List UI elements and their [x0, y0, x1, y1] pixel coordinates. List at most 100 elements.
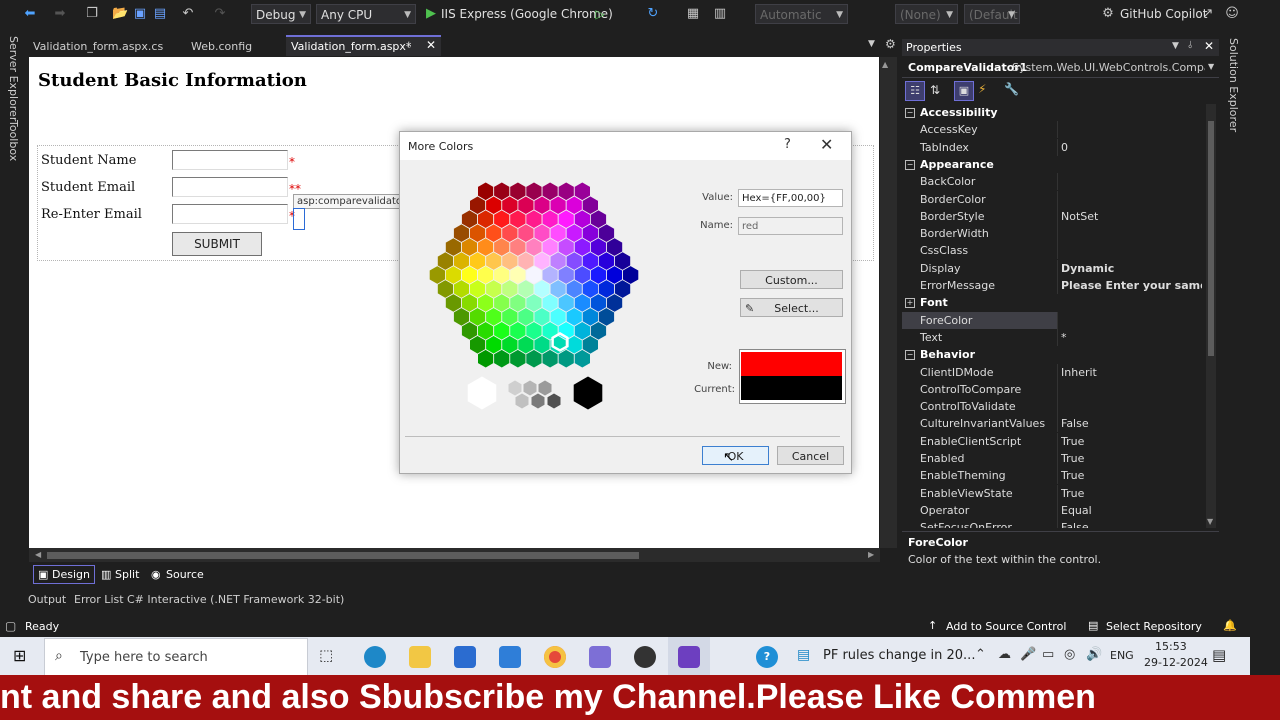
snipping-tool-icon[interactable] — [589, 646, 611, 668]
tab-web-config[interactable]: Web.config — [186, 37, 284, 56]
scroll-up-icon[interactable]: ▲ — [882, 60, 888, 69]
run-icon[interactable]: ▶ — [423, 6, 439, 22]
collapse-icon[interactable]: − — [905, 159, 915, 170]
color-cell[interactable] — [622, 265, 640, 285]
property-row[interactable]: BorderColor — [902, 190, 1202, 208]
account-icon[interactable]: ☺ — [1224, 6, 1240, 22]
property-scroll-thumb[interactable] — [1208, 121, 1214, 356]
property-row[interactable]: ForeColor — [902, 311, 1202, 329]
refresh-icon[interactable]: ↻ — [645, 6, 661, 22]
select-button[interactable]: ✎ Select... — [740, 298, 843, 317]
property-value[interactable]: Equal — [1061, 502, 1202, 519]
alphabetical-icon[interactable]: ⇅ — [930, 83, 940, 97]
pin-icon[interactable]: ⫰ — [407, 37, 411, 56]
gray-color-cell[interactable] — [572, 375, 604, 411]
gray-color-cell[interactable] — [530, 392, 546, 410]
output-tab[interactable]: Output — [28, 593, 66, 606]
close-icon[interactable]: ✕ — [820, 135, 833, 154]
property-row[interactable]: BorderWidth — [902, 225, 1202, 243]
forward-icon[interactable]: ➡ — [52, 6, 68, 22]
notifications-icon[interactable]: 🔔 — [1223, 619, 1237, 632]
tab-list-icon[interactable]: ▼ — [868, 39, 875, 49]
property-row[interactable]: EnableClientScript True — [902, 432, 1202, 450]
copilot-icon[interactable]: ⚙ — [1100, 6, 1116, 22]
custom-button[interactable]: Custom... — [740, 270, 843, 289]
scroll-left-icon[interactable]: ◀ — [35, 550, 41, 559]
scroll-down-icon[interactable]: ▼ — [1207, 517, 1213, 526]
property-row[interactable]: TabIndex 0 — [902, 138, 1202, 156]
property-value[interactable]: False — [1061, 415, 1202, 432]
microphone-icon[interactable]: 🎤 — [1020, 647, 1036, 662]
property-row[interactable]: ErrorMessage Please Enter your same Ema — [902, 277, 1202, 294]
task-view-icon[interactable]: ⬚ — [319, 646, 333, 664]
property-value[interactable]: * — [1061, 329, 1202, 346]
cancel-button[interactable]: Cancel — [777, 446, 844, 465]
server-explorer-tab[interactable]: Server Explorer — [7, 36, 20, 121]
collapse-icon[interactable]: − — [905, 350, 915, 361]
property-row[interactable]: CssClass — [902, 242, 1202, 260]
ok-button[interactable]: OK — [702, 446, 769, 465]
mail-icon[interactable] — [499, 646, 521, 668]
pin-icon[interactable]: ⫰ — [1188, 40, 1192, 51]
new-project-icon[interactable]: ❐ — [84, 6, 100, 22]
property-category[interactable]: − Accessibility — [902, 104, 1202, 121]
property-category[interactable]: − Behavior — [902, 346, 1202, 363]
back-icon[interactable]: ⬅ — [22, 6, 38, 22]
scroll-right-icon[interactable]: ▶ — [868, 550, 874, 559]
submit-button[interactable]: SUBMIT — [172, 232, 262, 256]
undo-icon[interactable]: ↶ — [180, 6, 196, 22]
save-icon[interactable]: ▣ — [132, 6, 148, 22]
language-indicator[interactable]: ENG — [1110, 649, 1134, 662]
clock-time[interactable]: 15:53 — [1155, 640, 1187, 653]
onedrive-icon[interactable]: ☁ — [998, 647, 1011, 662]
color-honeycomb[interactable] — [400, 160, 700, 420]
design-label[interactable]: Design — [52, 566, 90, 583]
property-row[interactable]: Enabled True — [902, 450, 1202, 467]
property-category[interactable]: − Appearance — [902, 156, 1202, 173]
property-row[interactable]: BorderStyle NotSet — [902, 207, 1202, 225]
volume-icon[interactable]: 🔊 — [1086, 647, 1102, 662]
tab-validation-form-aspx[interactable]: Validation_form.aspx* ⫰ ✕ — [286, 35, 441, 56]
gray-color-cell[interactable] — [507, 379, 523, 397]
property-value[interactable]: False — [1061, 519, 1202, 528]
property-value[interactable]: Please Enter your same Ema — [1061, 277, 1202, 294]
visual-studio-icon[interactable] — [678, 646, 700, 668]
collapse-icon[interactable]: − — [905, 108, 915, 118]
chrome-icon[interactable] — [544, 646, 566, 668]
settings-icon[interactable]: ⚙ — [885, 37, 896, 51]
property-row[interactable]: CultureInvariantValues False — [902, 415, 1202, 433]
required-validator-name[interactable]: * — [289, 155, 295, 169]
redo-icon[interactable]: ↷ — [212, 6, 228, 22]
property-value[interactable]: True — [1061, 485, 1202, 502]
events-icon[interactable]: ⚡ — [978, 82, 986, 96]
property-row[interactable]: Display Dynamic — [902, 259, 1202, 277]
property-row[interactable]: Operator Equal — [902, 501, 1202, 519]
help-icon[interactable]: ? — [756, 646, 778, 668]
edge-icon[interactable] — [364, 646, 386, 668]
properties-icon[interactable]: ▣ — [954, 81, 974, 101]
save-all-icon[interactable]: ▤ — [152, 6, 168, 22]
share-icon[interactable]: ↗ — [1200, 6, 1216, 22]
gray-color-cell[interactable] — [522, 379, 538, 397]
property-value[interactable]: True — [1061, 433, 1202, 450]
property-row[interactable]: EnableViewState True — [902, 484, 1202, 502]
property-value[interactable]: Dynamic — [1061, 260, 1202, 277]
run-target-button[interactable]: IIS Express (Google Chrome) — [441, 7, 613, 21]
reenter-email-textbox[interactable] — [172, 204, 288, 224]
horizontal-scrollbar[interactable]: ◀ ▶ — [29, 548, 880, 562]
csharp-interactive-tab[interactable]: C# Interactive (.NET Framework 32-bit) — [127, 593, 344, 606]
copilot-button[interactable]: GitHub Copilot — [1120, 7, 1207, 21]
property-row[interactable]: ClientIDMode Inherit — [902, 363, 1202, 381]
property-pages-icon[interactable]: 🔧 — [1004, 82, 1019, 96]
property-row[interactable]: BackColor — [902, 173, 1202, 191]
error-list-tab[interactable]: Error List — [74, 593, 124, 606]
add-source-control-button[interactable]: Add to Source Control — [946, 620, 1066, 633]
solution-explorer-tab[interactable]: Solution Explorer — [1227, 38, 1240, 132]
gray-color-cell[interactable] — [537, 379, 553, 397]
property-row[interactable]: SetFocusOnError False — [902, 519, 1202, 528]
notification-center-icon[interactable]: ▤ — [1212, 646, 1226, 664]
start-without-debug-icon[interactable]: ▷ — [592, 6, 608, 22]
file-explorer-icon[interactable] — [409, 646, 431, 668]
gray-color-cell[interactable] — [514, 392, 530, 410]
help-icon[interactable]: ? — [784, 137, 791, 152]
